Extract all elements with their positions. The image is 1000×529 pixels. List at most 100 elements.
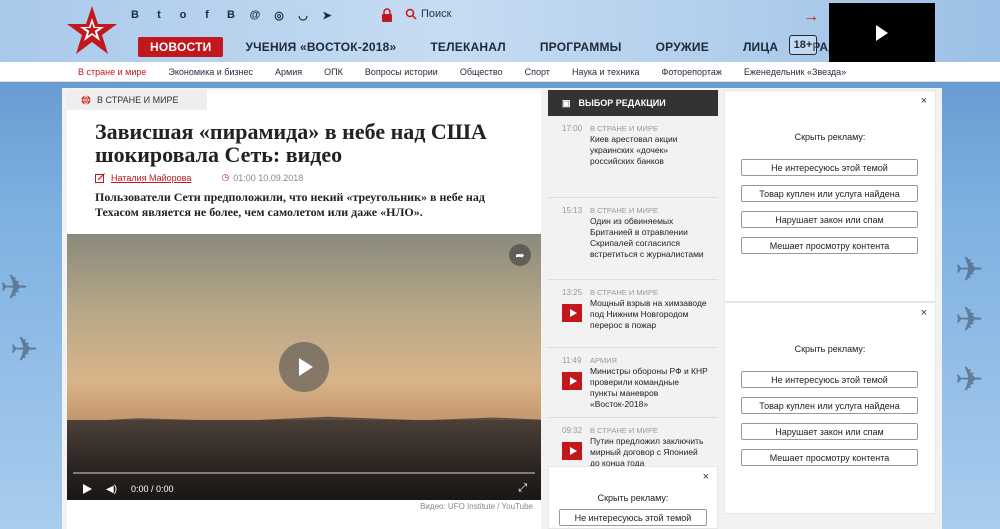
subnav-item[interactable]: Фоторепортаж (661, 67, 721, 77)
news-title[interactable]: Министры обороны РФ и КНР проверили кома… (590, 366, 708, 410)
nav-vostok[interactable]: УЧЕНИЯ «ВОСТОК-2018» (245, 40, 396, 54)
lock-icon[interactable] (380, 8, 394, 22)
subnav-item[interactable]: Экономика и бизнес (168, 67, 253, 77)
social-links: В t о f B @ ◎ ◡ ➤ (128, 8, 334, 22)
subnav-item[interactable]: В стране и мире (78, 67, 146, 77)
news-rubric: В СТРАНЕ И МИРЕ (590, 426, 658, 435)
header-video-player[interactable] (829, 3, 935, 62)
sub-nav: В стране и мире Экономика и бизнес Армия… (0, 62, 1000, 82)
subnav-item[interactable]: Наука и техника (572, 67, 640, 77)
ad-option-button[interactable]: Нарушает закон или спам (741, 211, 918, 228)
instagram-icon[interactable]: ◎ (272, 8, 286, 22)
age-rating-badge: 18+ (789, 35, 817, 55)
play-icon (569, 447, 577, 455)
twitter-icon[interactable]: t (152, 8, 166, 22)
close-icon[interactable]: × (921, 95, 927, 107)
play-icon (569, 377, 577, 385)
ad-option-button[interactable]: Товар куплен или услуга найдена (741, 397, 918, 414)
play-icon (876, 24, 888, 41)
video-player[interactable]: ➦ ◀) 0:00 / 0:00 ⤢ (67, 234, 541, 500)
zen-icon[interactable]: ◡ (296, 8, 310, 22)
search-box[interactable]: Поиск (405, 8, 451, 20)
telegram-icon[interactable]: ➤ (320, 8, 334, 22)
subnav-item[interactable]: Еженедельник «Звезда» (744, 67, 846, 77)
ad-hide-title: Скрыть рекламу: (794, 344, 866, 354)
nav-faces[interactable]: ЛИЦА (743, 40, 778, 54)
video-time: 0:00 / 0:00 (131, 484, 174, 494)
ad-option-button[interactable]: Не интересуюсь этой темой (559, 509, 707, 526)
list-item[interactable]: 17:00 В СТРАНЕ И МИРЕ Киев арестовал акц… (548, 116, 718, 198)
ad-option-button[interactable]: Не интересуюсь этой темой (741, 159, 918, 176)
video-badge[interactable] (562, 304, 582, 322)
volume-icon[interactable]: ◀) (106, 484, 117, 495)
nav-news[interactable]: НОВОСТИ (138, 37, 224, 57)
play-icon[interactable] (83, 484, 92, 494)
ad-block: × Скрыть рекламу: Не интересуюсь этой те… (724, 302, 936, 514)
vk-icon[interactable]: В (128, 8, 142, 22)
video-play-button[interactable] (279, 342, 329, 392)
facebook-icon[interactable]: f (200, 8, 214, 22)
news-title[interactable]: Один из обвиняемых Британией в отравлени… (590, 216, 708, 260)
news-rubric: АРМИЯ (590, 356, 617, 365)
news-title[interactable]: Путин предложил заключить мирный договор… (590, 436, 708, 469)
livejournal-icon[interactable]: B (224, 8, 238, 22)
subnav-item[interactable]: Общество (460, 67, 503, 77)
news-title[interactable]: Киев арестовал акции украинских «дочек» … (590, 134, 708, 167)
list-item[interactable]: 13:25 В СТРАНЕ И МИРЕ Мощный взрыв на хи… (548, 280, 718, 348)
article: В СТРАНЕ И МИРЕ Зависшая «пирамида» в не… (67, 90, 541, 529)
fullscreen-icon[interactable]: ⤢ (518, 482, 527, 495)
subnav-item[interactable]: Спорт (525, 67, 550, 77)
ad-hide-title: Скрыть рекламу: (597, 493, 669, 503)
jet-icon: ✈ (0, 269, 29, 307)
video-badge[interactable] (562, 442, 582, 460)
odnoklassniki-icon[interactable]: о (176, 8, 190, 22)
subnav-item[interactable]: ОПК (324, 67, 343, 77)
ad-option-button[interactable]: Мешает просмотру контента (741, 449, 918, 466)
ad-block: × Скрыть рекламу: Не интересуюсь этой те… (548, 466, 718, 529)
article-author[interactable]: Наталия Майорова (111, 173, 191, 183)
jet-icon: ✈ (10, 331, 39, 369)
news-title[interactable]: Мощный взрыв на химзаводе под Нижним Нов… (590, 298, 708, 331)
ad-option-button[interactable]: Нарушает закон или спам (741, 423, 918, 440)
jet-icon: ✈ (955, 251, 984, 289)
main-nav: НОВОСТИ УЧЕНИЯ «ВОСТОК-2018» ТЕЛЕКАНАЛ П… (138, 37, 868, 57)
list-item[interactable]: 15:13 В СТРАНЕ И МИРЕ Один из обвиняемых… (548, 198, 718, 280)
close-icon[interactable]: × (703, 471, 709, 483)
video-progress-bar[interactable] (73, 472, 535, 474)
article-rubric-label: В СТРАНЕ И МИРЕ (97, 95, 179, 105)
news-rubric: В СТРАНЕ И МИРЕ (590, 288, 658, 297)
list-item[interactable]: 11:49 АРМИЯ Министры обороны РФ и КНР пр… (548, 348, 718, 418)
article-title: Зависшая «пирамида» в небе над США шокир… (95, 119, 487, 167)
ad-option-button[interactable]: Не интересуюсь этой темой (741, 371, 918, 388)
article-time: ◷ 01:00 10.09.2018 (221, 172, 303, 183)
mail-icon[interactable]: @ (248, 8, 262, 22)
nav-tv[interactable]: ТЕЛЕКАНАЛ (430, 40, 505, 54)
jet-icon: ✈ (955, 301, 984, 339)
article-lead: Пользователи Сети предположили, что неки… (95, 190, 485, 219)
share-icon[interactable]: ➦ (509, 244, 531, 266)
tv-icon: ▣ (562, 97, 571, 108)
video-caption: Видео: UFO Institute / YouTube (420, 502, 533, 511)
video-badge[interactable] (562, 372, 582, 390)
video-controls: ◀) 0:00 / 0:00 (67, 478, 541, 500)
ad-option-button[interactable]: Мешает просмотру контента (741, 237, 918, 254)
editors-choice: ▣ ВЫБОР РЕДАКЦИИ 17:00 В СТРАНЕ И МИРЕ К… (548, 90, 718, 468)
subnav-item[interactable]: Вопросы истории (365, 67, 438, 77)
arrow-right-icon[interactable]: → (803, 8, 819, 26)
play-icon (299, 358, 313, 376)
nav-programs[interactable]: ПРОГРАММЫ (540, 40, 622, 54)
close-icon[interactable]: × (921, 307, 927, 319)
article-rubric[interactable]: В СТРАНЕ И МИРЕ (67, 90, 207, 110)
news-time: 11:49 (562, 356, 582, 365)
news-time: 09:32 (562, 426, 583, 435)
zvezda-logo[interactable] (66, 4, 118, 56)
globe-icon (81, 95, 91, 105)
subnav-item[interactable]: Армия (275, 67, 302, 77)
news-rubric: В СТРАНЕ И МИРЕ (590, 206, 658, 215)
ad-option-button[interactable]: Товар куплен или услуга найдена (741, 185, 918, 202)
search-label: Поиск (421, 8, 452, 20)
ad-block: × Скрыть рекламу: Не интересуюсь этой те… (724, 90, 936, 302)
news-rubric: В СТРАНЕ И МИРЕ (590, 124, 658, 133)
nav-weapons[interactable]: ОРУЖИЕ (656, 40, 709, 54)
news-time: 15:13 (562, 206, 583, 215)
